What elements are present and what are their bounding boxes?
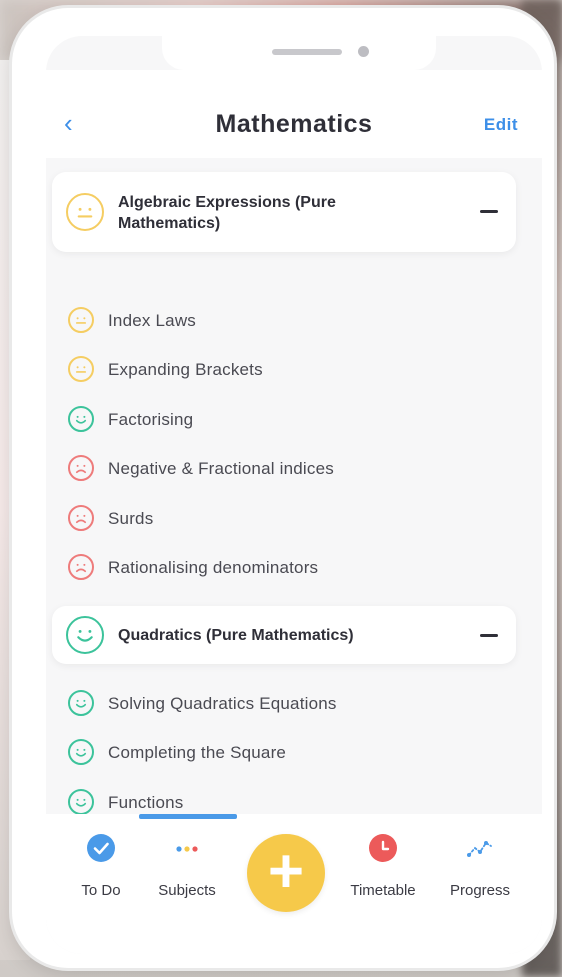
phone-notch [162,36,436,70]
edit-button[interactable]: Edit [484,115,518,135]
sad-face-icon [68,455,94,481]
topic-label: Surds [108,509,154,528]
topic-row-index-laws[interactable]: Index Laws [46,300,542,340]
topic-label: Rationalising denominators [108,558,319,577]
collapse-minus-icon[interactable] [480,634,498,637]
happy-face-icon [68,690,94,716]
topic-row-solving-quadratics[interactable]: Solving Quadratics Equations [46,683,542,723]
topic-label: Completing the Square [108,743,287,762]
plus-icon: + [267,837,305,906]
happy-face-icon [68,789,94,814]
tab-subjects[interactable]: Subjects [142,834,232,899]
topic-label: Index Laws [108,311,196,330]
neutral-face-icon [68,307,94,333]
bottom-tab-bar: To Do Subjects + Timetable Progress [46,814,542,954]
check-circle-icon [86,834,116,864]
topic-label: Factorising [108,410,194,429]
clock-icon [368,834,398,864]
trend-line-icon [465,834,495,864]
topic-row-functions[interactable]: Functions [46,782,542,814]
topic-list: Algebraic Expressions (Pure Mathematics)… [46,158,542,814]
tab-progress[interactable]: Progress [435,834,525,899]
tab-timetable[interactable]: Timetable [338,834,428,899]
happy-face-icon [68,406,94,432]
page-title: Mathematics [215,110,373,138]
tab-label: To Do [81,882,121,899]
navigation-bar: ‹ Mathematics Edit [46,70,542,158]
active-tab-indicator [139,814,237,819]
section-header-algebraic-expressions[interactable]: Algebraic Expressions (Pure Mathematics) [52,172,516,252]
happy-face-icon [66,616,104,654]
topic-row-completing-the-square[interactable]: Completing the Square [46,732,542,772]
tab-to-do[interactable]: To Do [56,834,146,899]
speaker-grille [272,49,342,55]
neutral-face-icon [66,193,104,231]
section-header-quadratics[interactable]: Quadratics (Pure Mathematics) [52,606,516,664]
topic-label: Negative & Fractional indices [108,459,334,478]
section-title: Algebraic Expressions (Pure Mathematics) [118,194,336,232]
topic-label: Functions [108,793,184,812]
sad-face-icon [68,554,94,580]
topic-label: Expanding Brackets [108,360,263,379]
tab-label: Progress [449,882,511,899]
phone-frame: ‹ Mathematics Edit Algebraic Expressions… [12,8,554,968]
dots-icon [172,834,202,864]
tab-label: Subjects [158,882,216,899]
topic-row-negative-fractional-indices[interactable]: Negative & Fractional indices [46,448,542,488]
topic-row-factorising[interactable]: Factorising [46,399,542,439]
tab-label: Timetable [350,882,416,899]
topic-row-expanding-brackets[interactable]: Expanding Brackets [46,349,542,389]
happy-face-icon [68,739,94,765]
topic-row-surds[interactable]: Surds [46,498,542,538]
neutral-face-icon [68,356,94,382]
collapse-minus-icon[interactable] [480,210,498,213]
topic-row-rationalising-denominators[interactable]: Rationalising denominators [46,547,542,587]
add-button[interactable]: + [247,834,325,912]
front-camera [358,46,369,57]
topic-label: Solving Quadratics Equations [108,694,337,713]
app-screen: ‹ Mathematics Edit Algebraic Expressions… [46,36,542,954]
section-title: Quadratics (Pure Mathematics) [118,627,354,644]
sad-face-icon [68,505,94,531]
